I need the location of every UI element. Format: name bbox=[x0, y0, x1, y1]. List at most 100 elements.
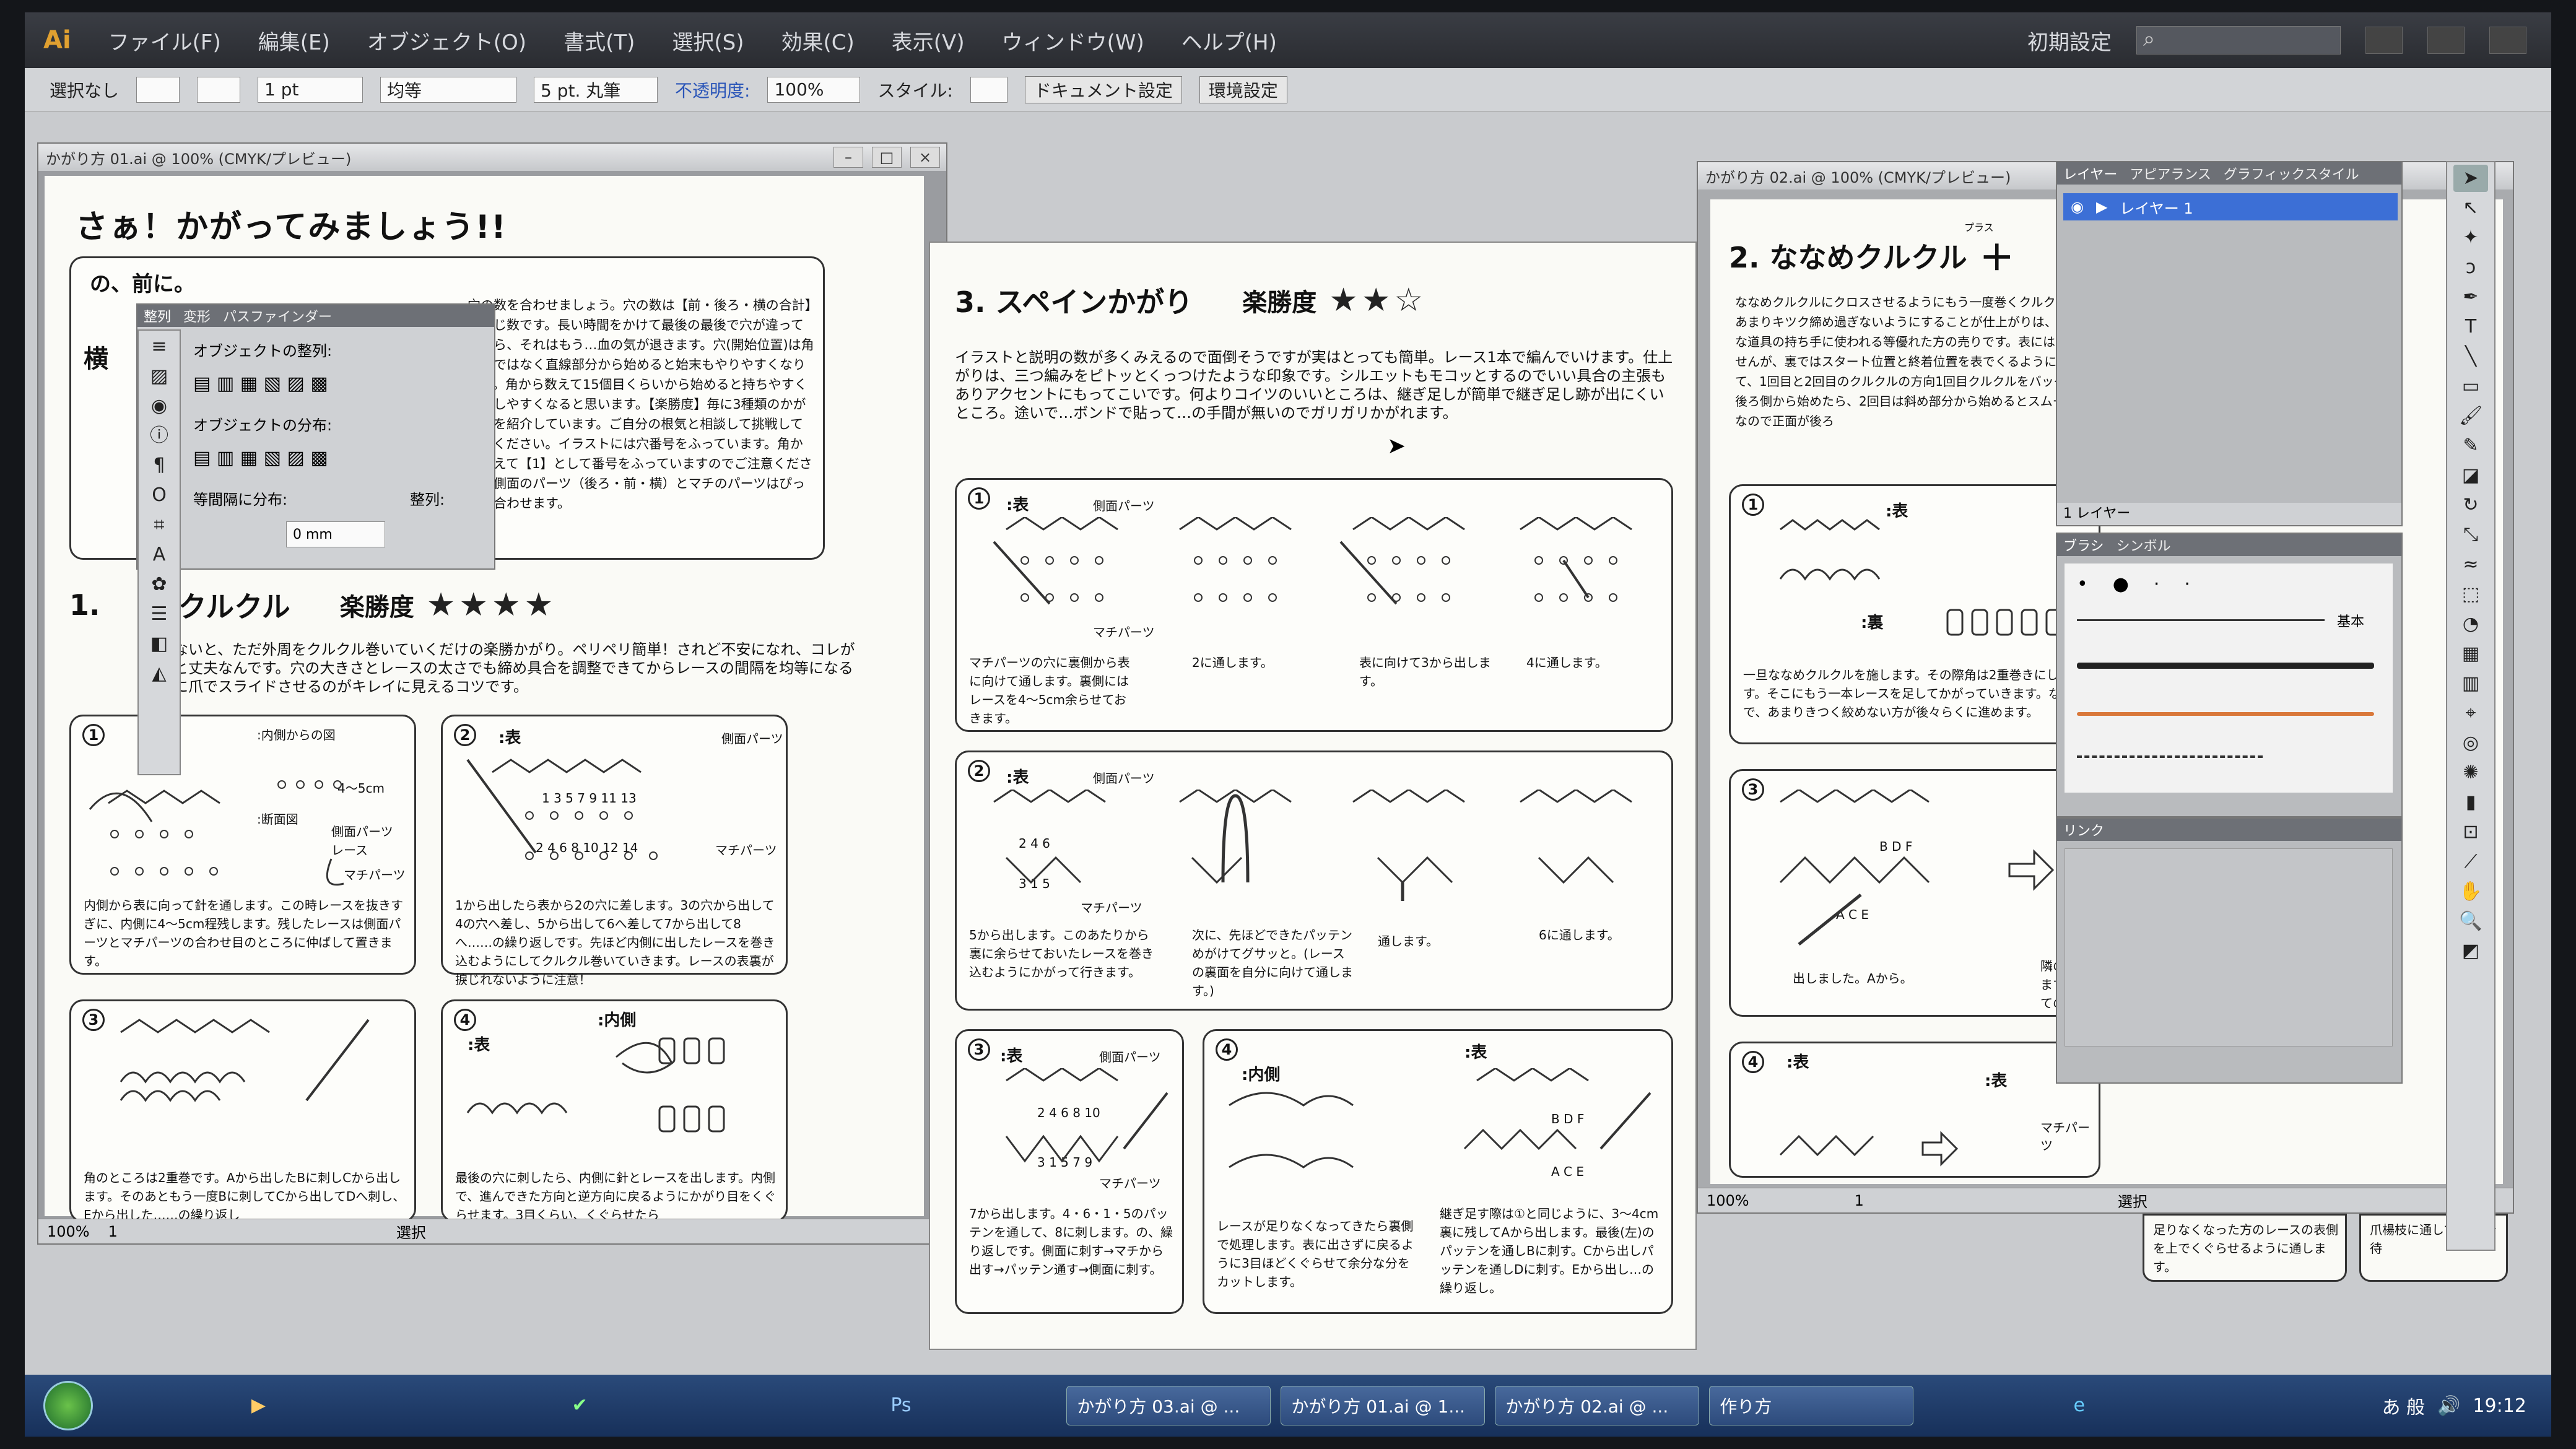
clock[interactable]: 19:12 bbox=[2473, 1395, 2526, 1417]
page-field[interactable]: 1 bbox=[1855, 1192, 1864, 1209]
hand-icon[interactable]: ✋ bbox=[2453, 878, 2488, 905]
volume-icon[interactable]: 🔊 bbox=[2437, 1395, 2460, 1417]
eyedropper-icon[interactable]: ⌖ bbox=[2453, 700, 2488, 727]
tab-links[interactable]: リンク bbox=[2063, 820, 2104, 840]
lasso-icon[interactable]: ↄ bbox=[2453, 254, 2488, 281]
shape-builder-icon[interactable]: ◔ bbox=[2453, 611, 2488, 638]
brush-icon[interactable]: 🖌 bbox=[2453, 402, 2488, 430]
opacity-field[interactable]: 100% bbox=[767, 76, 861, 103]
tab-brushes[interactable]: ブラシ bbox=[2063, 535, 2104, 555]
gradient-tool-icon[interactable]: ▥ bbox=[2453, 670, 2488, 697]
taskbar-doc-01[interactable]: かがり方 01.ai @ 1... bbox=[1281, 1386, 1486, 1425]
menu-file[interactable]: ファイル(F) bbox=[108, 25, 221, 56]
distribute-buttons[interactable]: ▤ ▥ ▦ ▧ ▨ ▩ bbox=[193, 447, 328, 469]
rectangle-tool-icon[interactable]: ▭ bbox=[2453, 373, 2488, 400]
tab-graphic-styles[interactable]: グラフィックスタイル bbox=[2224, 163, 2359, 183]
ie-icon[interactable]: e bbox=[2061, 1392, 2098, 1419]
tab-transform[interactable]: 変形 bbox=[183, 306, 211, 326]
info-icon[interactable]: ⓘ bbox=[142, 422, 176, 450]
basic-brush-line[interactable] bbox=[2077, 619, 2325, 621]
glyph-icon[interactable]: ⌗ bbox=[142, 511, 176, 539]
brush-list[interactable]: •●·· 基本 bbox=[2065, 564, 2393, 793]
type-tool-icon[interactable]: T bbox=[2453, 313, 2488, 341]
appearance-icon[interactable]: ✿ bbox=[142, 571, 176, 598]
artboard-tool-icon[interactable]: ⊡ bbox=[2453, 819, 2488, 846]
close-button[interactable] bbox=[2489, 27, 2526, 54]
rotate-tool-icon[interactable]: ↻ bbox=[2453, 492, 2488, 519]
doc-minimize-button[interactable]: – bbox=[833, 147, 863, 168]
media-player-icon[interactable]: ▶ bbox=[240, 1392, 277, 1419]
menu-help[interactable]: ヘルプ(H) bbox=[1181, 25, 1277, 56]
stroke-swatch[interactable] bbox=[197, 76, 241, 103]
opacity-label[interactable]: 不透明度: bbox=[675, 77, 750, 102]
symbol-sprayer-icon[interactable]: ✺ bbox=[2453, 759, 2488, 786]
menu-object[interactable]: オブジェクト(O) bbox=[367, 25, 526, 56]
search-input[interactable]: ⌕ bbox=[2136, 26, 2341, 54]
opentype-icon[interactable]: O bbox=[142, 482, 176, 509]
direct-selection-tool-icon[interactable]: ↖ bbox=[2453, 194, 2488, 222]
taskbar-folder[interactable]: 作り方 bbox=[1709, 1386, 1914, 1425]
taskbar-doc-03[interactable]: かがり方 03.ai @ ... bbox=[1066, 1386, 1271, 1425]
links-list[interactable] bbox=[2065, 848, 2393, 1046]
align-buttons[interactable]: ▤ ▥ ▦ ▧ ▨ ▩ bbox=[193, 373, 328, 394]
stroke-icon[interactable]: ≡ bbox=[142, 333, 176, 360]
layer-row[interactable]: ◉ ▶ レイヤー 1 bbox=[2063, 193, 2398, 220]
selection-tool-icon[interactable]: ➤ bbox=[2453, 165, 2488, 192]
pencil-icon[interactable]: ✎ bbox=[2453, 432, 2488, 459]
scale-tool-icon[interactable]: ⤡ bbox=[2453, 521, 2488, 549]
slice-tool-icon[interactable]: ⟋ bbox=[2453, 848, 2488, 876]
menu-view[interactable]: 表示(V) bbox=[892, 25, 965, 56]
menu-effect[interactable]: 効果(C) bbox=[781, 25, 855, 56]
graph-tool-icon[interactable]: ▮ bbox=[2453, 789, 2488, 816]
free-transform-icon[interactable]: ⬚ bbox=[2453, 581, 2488, 608]
windows-start-icon[interactable] bbox=[43, 1381, 93, 1430]
zoom-icon[interactable]: 🔍 bbox=[2453, 908, 2488, 935]
blend-tool-icon[interactable]: ◎ bbox=[2453, 729, 2488, 757]
layers-icon[interactable]: ◧ bbox=[142, 630, 176, 658]
align-icon[interactable]: ☰ bbox=[142, 601, 176, 628]
document-titlebar[interactable]: かがり方 01.ai @ 100% (CMYK/プレビュー) – □ × bbox=[38, 144, 946, 171]
eraser-icon[interactable]: ◪ bbox=[2453, 462, 2488, 489]
character-icon[interactable]: A bbox=[142, 541, 176, 568]
brush-select[interactable]: 5 pt. 丸筆 bbox=[534, 76, 658, 103]
photoshop-icon[interactable]: Ps bbox=[882, 1392, 920, 1419]
stroke-weight-field[interactable]: 1 pt bbox=[258, 76, 363, 103]
magic-wand-icon[interactable]: ✦ bbox=[2453, 224, 2488, 251]
mesh-tool-icon[interactable]: ▦ bbox=[2453, 640, 2488, 668]
line-tool-icon[interactable]: ╲ bbox=[2453, 343, 2488, 370]
zoom-field[interactable]: 100% bbox=[47, 1223, 90, 1240]
taskbar-doc-02[interactable]: かがり方 02.ai @ ... bbox=[1495, 1386, 1700, 1425]
tab-symbols[interactable]: シンボル bbox=[2117, 535, 2171, 555]
style-select[interactable] bbox=[970, 76, 1007, 103]
pen-tool-icon[interactable]: ✒ bbox=[2453, 284, 2488, 311]
doc-close-button[interactable]: × bbox=[910, 147, 940, 168]
workspace-switcher[interactable]: 初期設定 bbox=[2027, 25, 2112, 56]
tab-pathfinder[interactable]: パスファインダー bbox=[223, 306, 332, 326]
menu-type[interactable]: 書式(T) bbox=[564, 25, 635, 56]
transparency-icon[interactable]: ◭ bbox=[142, 660, 176, 687]
dashed-brush-line[interactable] bbox=[2077, 755, 2263, 758]
menu-select[interactable]: 選択(S) bbox=[672, 25, 744, 56]
menu-window[interactable]: ウィンドウ(W) bbox=[1002, 25, 1144, 56]
paragraph-icon[interactable]: ¶ bbox=[142, 452, 176, 479]
tab-layers[interactable]: レイヤー bbox=[2063, 163, 2117, 183]
document-setup-button[interactable]: ドキュメント設定 bbox=[1024, 76, 1182, 103]
tab-align[interactable]: 整列 bbox=[144, 306, 171, 326]
artboard-spain[interactable]: 3. スペインかがり 楽勝度 ★★☆ イラストと説明の数が多くみえるので面倒そう… bbox=[929, 242, 1697, 1350]
preferences-button[interactable]: 環境設定 bbox=[1199, 76, 1287, 103]
page-field[interactable]: 1 bbox=[108, 1223, 118, 1240]
fill-swatch[interactable] bbox=[136, 76, 180, 103]
orange-brush-line[interactable] bbox=[2077, 712, 2374, 716]
warp-tool-icon[interactable]: ≈ bbox=[2453, 551, 2488, 578]
stroke-style-select[interactable]: 均等 bbox=[380, 76, 517, 103]
minimize-button[interactable] bbox=[2365, 27, 2403, 54]
ime-indicator[interactable]: あ 般 bbox=[2382, 1392, 2426, 1419]
expand-triangle-icon[interactable]: ▶ bbox=[2096, 198, 2107, 215]
eye-icon[interactable]: ◉ bbox=[2071, 198, 2084, 215]
gradient-icon[interactable]: ▨ bbox=[142, 363, 176, 390]
charcoal-brush-line[interactable] bbox=[2077, 663, 2374, 669]
app-icon[interactable]: ✔ bbox=[561, 1392, 598, 1419]
menu-edit[interactable]: 編集(E) bbox=[258, 25, 330, 56]
doc-restore-button[interactable]: □ bbox=[872, 147, 902, 168]
maximize-button[interactable] bbox=[2427, 27, 2465, 54]
